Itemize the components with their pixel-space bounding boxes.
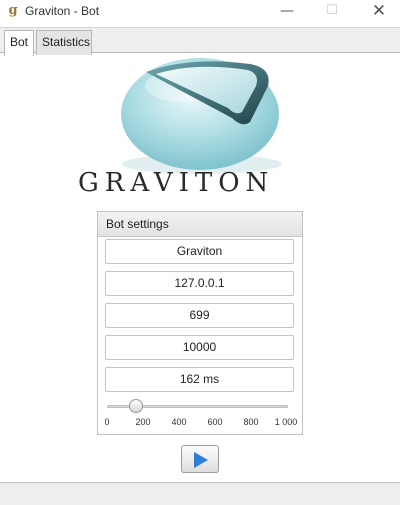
bot-name-field[interactable]: Graviton (105, 239, 294, 264)
slider-tick: 800 (243, 417, 259, 427)
tab-statistics[interactable]: Statistics (36, 30, 92, 55)
count-field[interactable]: 10000 (105, 335, 294, 360)
close-button[interactable]: ✕ (362, 0, 396, 24)
window-title: Graviton - Bot (25, 4, 100, 18)
port-field[interactable]: 699 (105, 303, 294, 328)
delay-field[interactable]: 162 ms (105, 367, 294, 392)
title-bar: g Graviton - Bot — ☐ ✕ (0, 0, 400, 24)
tab-bot[interactable]: Bot (4, 30, 34, 56)
bot-settings-panel: Bot settings Graviton 127.0.0.1 699 1000… (97, 211, 303, 435)
maximize-button[interactable]: ☐ (315, 0, 349, 24)
host-field[interactable]: 127.0.0.1 (105, 271, 294, 296)
play-button[interactable] (181, 445, 219, 473)
play-icon (194, 452, 208, 468)
panel-header: Bot settings (98, 212, 302, 237)
tab-bar: Bot Statistics (0, 27, 400, 56)
slider-tick: 200 (135, 417, 151, 427)
slider-tick: 600 (207, 417, 223, 427)
app-icon: g (8, 3, 18, 18)
slider-tick: 1 000 (274, 417, 298, 427)
logo-wordmark: GRAVITON (78, 168, 275, 198)
minimize-button[interactable]: — (270, 0, 304, 24)
slider-tick: 0 (104, 417, 110, 427)
delay-slider-thumb[interactable] (129, 399, 144, 413)
status-bar (0, 482, 400, 505)
slider-tick: 400 (171, 417, 187, 427)
